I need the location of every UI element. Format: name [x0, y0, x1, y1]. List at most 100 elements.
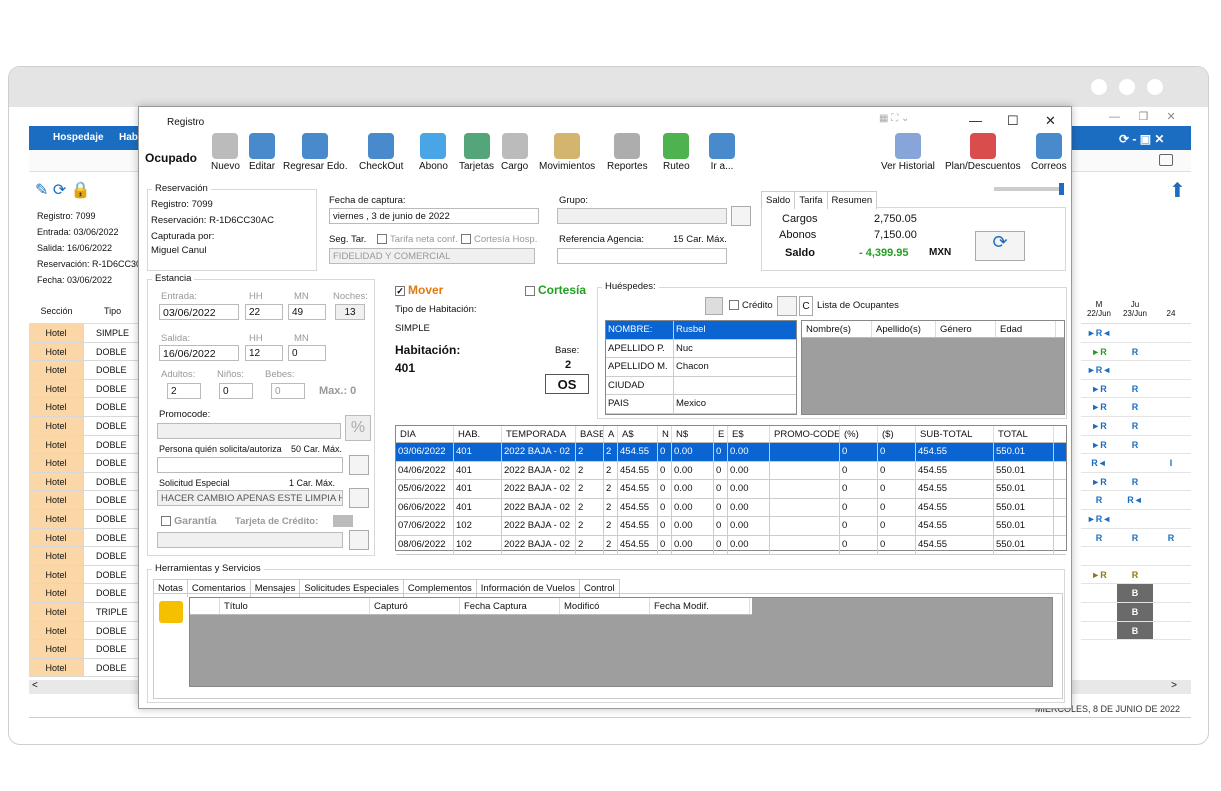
menu-hospedaje[interactable]: Hospedaje	[53, 132, 104, 143]
tarifas-col-header[interactable]: SUB-TOTAL	[916, 426, 994, 442]
minimize-button[interactable]: —	[969, 113, 982, 128]
credit-card-icon[interactable]	[333, 515, 353, 527]
calendar-cell[interactable]: R	[1117, 398, 1153, 416]
notas-col-header[interactable]: Modificó	[560, 598, 650, 614]
calendar-cell[interactable]	[1117, 510, 1153, 528]
tarifas-col-header[interactable]: DIA	[396, 426, 454, 442]
close-button[interactable]: ✕	[1045, 113, 1056, 129]
calendar-cell[interactable]: R	[1117, 436, 1153, 454]
maximize-button[interactable]: ☐	[1007, 113, 1019, 129]
tarifa-row[interactable]: 05/06/2022 401 2022 BAJA - 02 2 2 454.55 0 0.00…	[396, 480, 1066, 499]
tarifas-col-header[interactable]: ($)	[878, 426, 916, 442]
calendar-cell[interactable]	[1153, 510, 1189, 528]
salida-mn-spinner[interactable]: 0	[288, 345, 326, 361]
calendar-cell[interactable]	[1153, 473, 1189, 491]
bg-grid-row[interactable]: Hotel DOBLE	[29, 621, 149, 641]
adultos-spinner[interactable]: 2	[167, 383, 201, 399]
percent-icon[interactable]: %	[345, 415, 371, 441]
tarifa-row[interactable]: 07/06/2022 102 2022 BAJA - 02 2 2 454.55 0 0.00…	[396, 517, 1066, 536]
tab-saldo[interactable]: Saldo	[761, 191, 796, 209]
calendar-cell[interactable]	[1153, 547, 1189, 565]
bg-grid-row[interactable]: Hotel DOBLE	[29, 565, 149, 585]
calendar-cell[interactable]: B	[1117, 584, 1153, 602]
segmento-select[interactable]: FIDELIDAD Y COMERCIAL	[329, 248, 535, 264]
calendar-cell[interactable]: ►R◄	[1081, 361, 1117, 379]
toolbar-regresar-edo-button[interactable]: Regresar Edo.	[283, 133, 347, 172]
calendar-cell[interactable]	[1153, 324, 1189, 342]
calendar-cell[interactable]	[1117, 361, 1153, 379]
fecha-captura-picker[interactable]: viernes , 3 de junio de 2022	[329, 208, 539, 224]
calendar-cell[interactable]	[1153, 622, 1189, 640]
bg-grid-row[interactable]: Hotel DOBLE	[29, 528, 149, 548]
calendar-cell[interactable]	[1117, 324, 1153, 342]
tarifas-col-header[interactable]: BASE	[576, 426, 604, 442]
bg-grid-row[interactable]: Hotel DOBLE	[29, 398, 149, 417]
calendar-cell[interactable]	[1117, 454, 1153, 472]
calendar-cell[interactable]: ►R	[1081, 566, 1117, 584]
bg-grid-row[interactable]: Hotel DOBLE	[29, 342, 149, 362]
tarifas-col-header[interactable]: HAB.	[454, 426, 502, 442]
guest-field-row[interactable]: APELLIDO M. Chacon	[606, 358, 796, 377]
bebes-spinner[interactable]: 0	[271, 383, 305, 399]
tarifas-col-header[interactable]: TOTAL	[994, 426, 1054, 442]
calendar-cell[interactable]	[1153, 491, 1189, 509]
calendar-cell[interactable]	[1153, 380, 1189, 398]
bg-grid-row[interactable]: Hotel DOBLE	[29, 658, 149, 678]
notas-col-header[interactable]: Título	[220, 598, 370, 614]
toolbar-reportes-button[interactable]: Reportes	[607, 133, 648, 172]
bg-tool-icons[interactable]: ✎ ⟳ 🔒	[35, 180, 91, 200]
guest-field-row[interactable]: APELLIDO P. Nuc	[606, 339, 796, 359]
zoom-slider[interactable]	[994, 183, 1064, 195]
guest-field-value[interactable]: Chacon	[674, 358, 780, 376]
calendar-cell[interactable]	[1081, 603, 1117, 621]
calendar-cell[interactable]: ►R	[1081, 398, 1117, 416]
bg-grid-row[interactable]: Hotel DOBLE	[29, 640, 149, 659]
bg-grid-row[interactable]: Hotel TRIPLE	[29, 602, 149, 622]
os-button[interactable]: OS	[545, 374, 589, 394]
ref-agencia-input[interactable]	[557, 248, 727, 264]
tarifas-col-header[interactable]: N	[658, 426, 672, 442]
calendar-cell[interactable]	[1153, 603, 1189, 621]
tarifa-row[interactable]: 03/06/2022 401 2022 BAJA - 02 2 2 454.55 0 0.00…	[396, 443, 1066, 462]
edit-pencil-icon[interactable]	[349, 488, 369, 508]
toolbar-plan-descuentos-button[interactable]: Plan/Descuentos	[945, 133, 1021, 172]
bg-grid-row[interactable]: Hotel DOBLE	[29, 472, 149, 492]
guest-field-value[interactable]: Rusbel	[674, 321, 780, 339]
tarifas-col-header[interactable]: N$	[672, 426, 714, 442]
bg-grid-row[interactable]: Hotel DOBLE	[29, 435, 149, 455]
guest-field-value[interactable]: Nuc	[674, 340, 780, 358]
edit-pencil-icon[interactable]	[777, 296, 797, 316]
calendar-cell[interactable]	[1153, 566, 1189, 584]
calendar-cell[interactable]: R	[1117, 473, 1153, 491]
bg-grid-row[interactable]: Hotel DOBLE	[29, 547, 149, 566]
promocode-input[interactable]	[157, 423, 341, 439]
tarifas-col-header[interactable]: E	[714, 426, 728, 442]
notas-col-header[interactable]: Capturó	[370, 598, 460, 614]
calendar-cell[interactable]	[1081, 622, 1117, 640]
calendar-cell[interactable]	[1117, 547, 1153, 565]
toolbar-ir-a-button[interactable]: Ir a...	[709, 133, 735, 172]
calendar-cell[interactable]: R	[1117, 343, 1153, 361]
calendar-cell[interactable]	[1153, 361, 1189, 379]
toolbar-ver-historial-button[interactable]: Ver Historial	[881, 133, 935, 172]
toolbar-movimientos-button[interactable]: Movimientos	[539, 133, 595, 172]
ocupantes-col-header[interactable]: Nombre(s)	[802, 321, 872, 337]
calendar-cell[interactable]: ►R◄	[1081, 324, 1117, 342]
toolbar-tarjetas-button[interactable]: Tarjetas	[459, 133, 494, 172]
tab-resumen[interactable]: Resumen	[826, 191, 878, 209]
cortesia-hosp-check[interactable]: Cortesía Hosp.	[461, 234, 537, 245]
bg-grid-row[interactable]: Hotel DOBLE	[29, 454, 149, 473]
toolbar-cargo-button[interactable]: Cargo	[501, 133, 528, 172]
calendar-cell[interactable]	[1153, 584, 1189, 602]
guest-field-row[interactable]: NOMBRE: Rusbel	[606, 321, 796, 340]
ninos-spinner[interactable]: 0	[219, 383, 253, 399]
bg-grid-row[interactable]: Hotel DOBLE	[29, 509, 149, 529]
up-arrow-icon[interactable]: ⬆	[1169, 178, 1186, 203]
persona-input[interactable]	[157, 457, 343, 473]
calendar-cell[interactable]	[1153, 343, 1189, 361]
edit-pencil-icon[interactable]	[349, 455, 369, 475]
calendar-cell[interactable]: R	[1081, 529, 1117, 547]
bg-grid-row[interactable]: Hotel SIMPLE	[29, 324, 149, 343]
calendar-cell[interactable]: R	[1117, 380, 1153, 398]
ocupantes-col-header[interactable]: Apellido(s)	[872, 321, 936, 337]
